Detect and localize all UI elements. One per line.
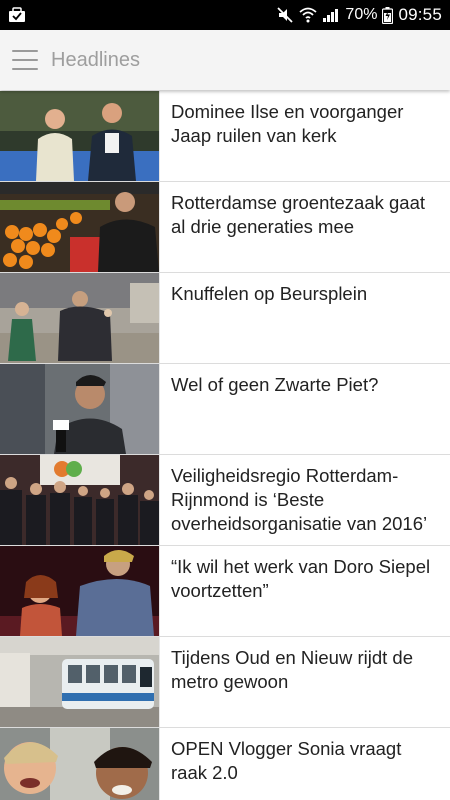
battery-percent: 70%: [345, 6, 378, 23]
list-item[interactable]: Tijdens Oud en Nieuw rijdt de metro gewo…: [0, 637, 450, 728]
headline-title: “Ik wil het werk van Doro Siepel voortze…: [171, 556, 431, 601]
headline-title: Dominee Ilse en voorganger Jaap ruilen v…: [171, 101, 404, 146]
headlines-list: Dominee Ilse en voorganger Jaap ruilen v…: [0, 91, 450, 800]
list-item[interactable]: Rotterdamse groentezaak gaat al drie gen…: [0, 182, 450, 273]
thumbnail-image: [0, 364, 160, 454]
signal-icon: [322, 7, 340, 23]
headline-title: OPEN Vlogger Sonia vraagt raak 2.0: [171, 738, 402, 783]
headline-title: Wel of geen Zwarte Piet?: [171, 374, 379, 395]
page-title: Headlines: [51, 48, 140, 71]
headline-title: Knuffelen op Beursplein: [171, 283, 368, 304]
thumbnail-image: [0, 455, 160, 545]
list-item[interactable]: Dominee Ilse en voorganger Jaap ruilen v…: [0, 91, 450, 182]
list-item[interactable]: Veiligheidsregio Rotterdam-Rijnmond is ‘…: [0, 455, 450, 546]
app-bar: Headlines: [0, 30, 450, 90]
headline-title: Veiligheidsregio Rotterdam-Rijnmond is ‘…: [171, 465, 428, 534]
status-time: 09:55: [398, 5, 442, 24]
thumbnail-image: [0, 546, 160, 636]
battery-icon: [382, 6, 394, 24]
thumbnail-image: [0, 728, 160, 800]
headline-title: Rotterdamse groentezaak gaat al drie gen…: [171, 192, 426, 237]
thumbnail-image: [0, 637, 160, 727]
status-bar: 70% 09:55: [0, 0, 450, 30]
thumbnail-image: [0, 91, 160, 181]
list-item[interactable]: Wel of geen Zwarte Piet?: [0, 364, 450, 455]
wifi-icon: [299, 7, 318, 23]
mute-icon: [276, 7, 294, 23]
list-item[interactable]: “Ik wil het werk van Doro Siepel voortze…: [0, 546, 450, 637]
notification-icon: [8, 7, 26, 23]
hamburger-menu-icon[interactable]: [12, 50, 38, 70]
thumbnail-image: [0, 182, 160, 272]
list-item[interactable]: OPEN Vlogger Sonia vraagt raak 2.0: [0, 728, 450, 800]
thumbnail-image: [0, 273, 160, 363]
list-item[interactable]: Knuffelen op Beursplein: [0, 273, 450, 364]
headline-title: Tijdens Oud en Nieuw rijdt de metro gewo…: [171, 647, 413, 692]
